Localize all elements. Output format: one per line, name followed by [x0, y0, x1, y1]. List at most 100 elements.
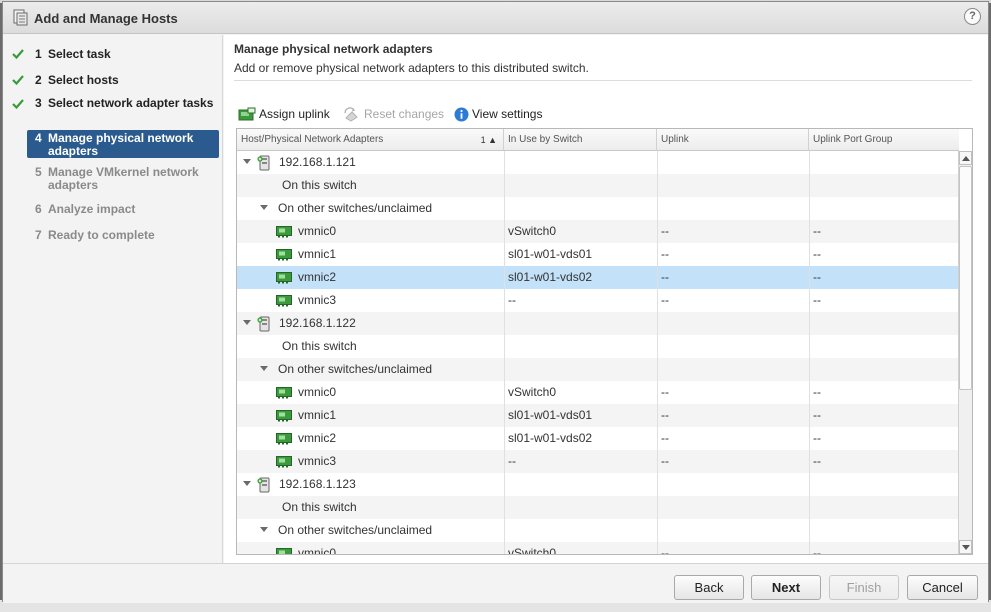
host-row[interactable]: 192.168.1.122 [237, 312, 959, 335]
group-row[interactable]: On other switches/unclaimed [237, 358, 959, 381]
adapter-name-cell: vmnic0 [298, 224, 337, 238]
adapter-name-cell: vmnic2 [298, 270, 337, 284]
group-row[interactable]: On this switch [237, 174, 959, 197]
check-icon [12, 49, 24, 59]
uplink-cell: -- [661, 385, 669, 399]
adapter-row[interactable]: vmnic1 sl01-w01-vds01 -- -- [237, 243, 959, 266]
step-select-task[interactable]: 1 Select task [27, 46, 219, 63]
step-select-hosts[interactable]: 2 Select hosts [27, 72, 219, 89]
network-adapter-icon [276, 410, 292, 422]
host-icon [257, 316, 270, 332]
adapter-row[interactable]: vmnic3 -- -- -- [237, 289, 959, 312]
expand-chevron-icon[interactable] [243, 159, 251, 164]
info-icon [454, 107, 469, 122]
network-adapter-icon [276, 548, 292, 554]
step-number: 1 [35, 47, 42, 61]
expand-chevron-icon[interactable] [260, 205, 268, 210]
column-header-uplink[interactable]: Uplink [657, 129, 809, 151]
column-header-label: Host/Physical Network Adapters [241, 134, 384, 145]
view-settings-button[interactable]: View settings [454, 106, 554, 124]
next-button[interactable]: Next [751, 575, 821, 600]
assign-uplink-label: Assign uplink [259, 107, 330, 121]
step-number: 4 [35, 131, 42, 145]
content-panel: Manage physical network adapters Add or … [224, 35, 988, 563]
group-row[interactable]: On other switches/unclaimed [237, 197, 959, 220]
adapter-name-cell: vmnic1 [298, 408, 337, 422]
vertical-scrollbar[interactable] [958, 151, 972, 554]
adapter-name-cell: On other switches/unclaimed [278, 362, 433, 376]
adapter-name-cell: On other switches/unclaimed [278, 523, 433, 537]
finish-button[interactable]: Finish [829, 575, 899, 600]
adapter-name-cell: 192.168.1.123 [279, 477, 356, 491]
step-analyze-impact: 6 Analyze impact [27, 201, 219, 218]
uplink-port-group-cell: -- [813, 454, 821, 468]
group-row[interactable]: On this switch [237, 496, 959, 519]
step-number: 2 [35, 73, 42, 87]
help-icon[interactable]: ? [964, 8, 981, 25]
uplink-port-group-cell: -- [813, 247, 821, 261]
cancel-button[interactable]: Cancel [907, 575, 978, 600]
wizard-steps: 1 Select task 2 Select hosts 3 Select ne… [3, 35, 223, 563]
adapter-name-cell: 192.168.1.121 [279, 155, 356, 169]
group-row[interactable]: On other switches/unclaimed [237, 519, 959, 542]
dialog-titlebar: Add and Manage Hosts ? [3, 2, 988, 34]
adapter-row[interactable]: vmnic2 sl01-w01-vds02 -- -- [237, 266, 959, 289]
scroll-up-button[interactable] [959, 151, 972, 165]
expand-chevron-icon[interactable] [243, 320, 251, 325]
uplink-port-group-cell: -- [813, 270, 821, 284]
step-label: Select hosts [48, 73, 119, 87]
adapter-row[interactable]: vmnic3 -- -- -- [237, 450, 959, 473]
adapter-name-cell: On this switch [282, 178, 357, 192]
uplink-port-group-cell: -- [813, 224, 821, 238]
uplink-cell: -- [661, 431, 669, 445]
adapter-row[interactable]: vmnic0 vSwitch0 -- -- [237, 542, 959, 554]
adapter-name-cell: On this switch [282, 500, 357, 514]
step-label: Manage VMkernel network adapters [48, 165, 199, 192]
step-number: 5 [35, 165, 42, 179]
step-number: 3 [35, 96, 42, 110]
adapter-row[interactable]: vmnic0 vSwitch0 -- -- [237, 381, 959, 404]
host-row[interactable]: 192.168.1.121 [237, 151, 959, 174]
in-use-by-switch-cell: -- [508, 293, 516, 307]
adapters-grid: Host/Physical Network Adapters 1 ▲ In Us… [236, 128, 973, 555]
scroll-thumb[interactable] [959, 166, 972, 390]
in-use-by-switch-cell: sl01-w01-vds01 [508, 408, 593, 422]
adapter-name-cell: vmnic3 [298, 454, 337, 468]
step-select-network-adapter-tasks[interactable]: 3 Select network adapter tasks [27, 95, 219, 112]
adapter-row[interactable]: vmnic0 vSwitch0 -- -- [237, 220, 959, 243]
scroll-down-button[interactable] [959, 540, 972, 554]
host-row[interactable]: 192.168.1.123 [237, 473, 959, 496]
expand-chevron-icon[interactable] [260, 366, 268, 371]
uplink-port-group-cell: -- [813, 431, 821, 445]
adapter-name-cell: vmnic0 [298, 385, 337, 399]
adapter-row[interactable]: vmnic1 sl01-w01-vds01 -- -- [237, 404, 959, 427]
group-row[interactable]: On this switch [237, 335, 959, 358]
adapter-name-cell: vmnic2 [298, 431, 337, 445]
network-adapter-icon [276, 433, 292, 445]
in-use-by-switch-cell: sl01-w01-vds02 [508, 270, 593, 284]
step-label: Select network adapter tasks [48, 96, 214, 110]
uplink-cell: -- [661, 293, 669, 307]
expand-chevron-icon[interactable] [243, 481, 251, 486]
column-header-in-use-by-switch[interactable]: In Use by Switch [504, 129, 657, 151]
back-button[interactable]: Back [674, 575, 744, 600]
assign-uplink-button[interactable]: Assign uplink [238, 106, 338, 124]
grid-header: Host/Physical Network Adapters 1 ▲ In Us… [237, 129, 959, 151]
column-header-uplink-port-group[interactable]: Uplink Port Group [809, 129, 959, 151]
adapter-row[interactable]: vmnic2 sl01-w01-vds02 -- -- [237, 427, 959, 450]
network-adapter-icon [276, 387, 292, 399]
step-manage-physical-network-adapters[interactable]: 4 Manage physical network adapters [27, 130, 219, 158]
network-adapter-icon [276, 295, 292, 307]
adapter-name-cell: On this switch [282, 339, 357, 353]
uplink-port-group-cell: -- [813, 293, 821, 307]
host-icon [257, 477, 270, 493]
adapter-name-cell: vmnic0 [298, 546, 337, 554]
reset-changes-button[interactable]: Reset changes [343, 106, 448, 124]
step-label: Select task [48, 47, 111, 61]
divider [234, 80, 972, 81]
column-header-host-adapters[interactable]: Host/Physical Network Adapters 1 ▲ [237, 129, 504, 151]
expand-chevron-icon[interactable] [260, 527, 268, 532]
network-adapter-icon [276, 226, 292, 238]
uplink-cell: -- [661, 270, 669, 284]
reset-changes-label: Reset changes [364, 107, 445, 121]
